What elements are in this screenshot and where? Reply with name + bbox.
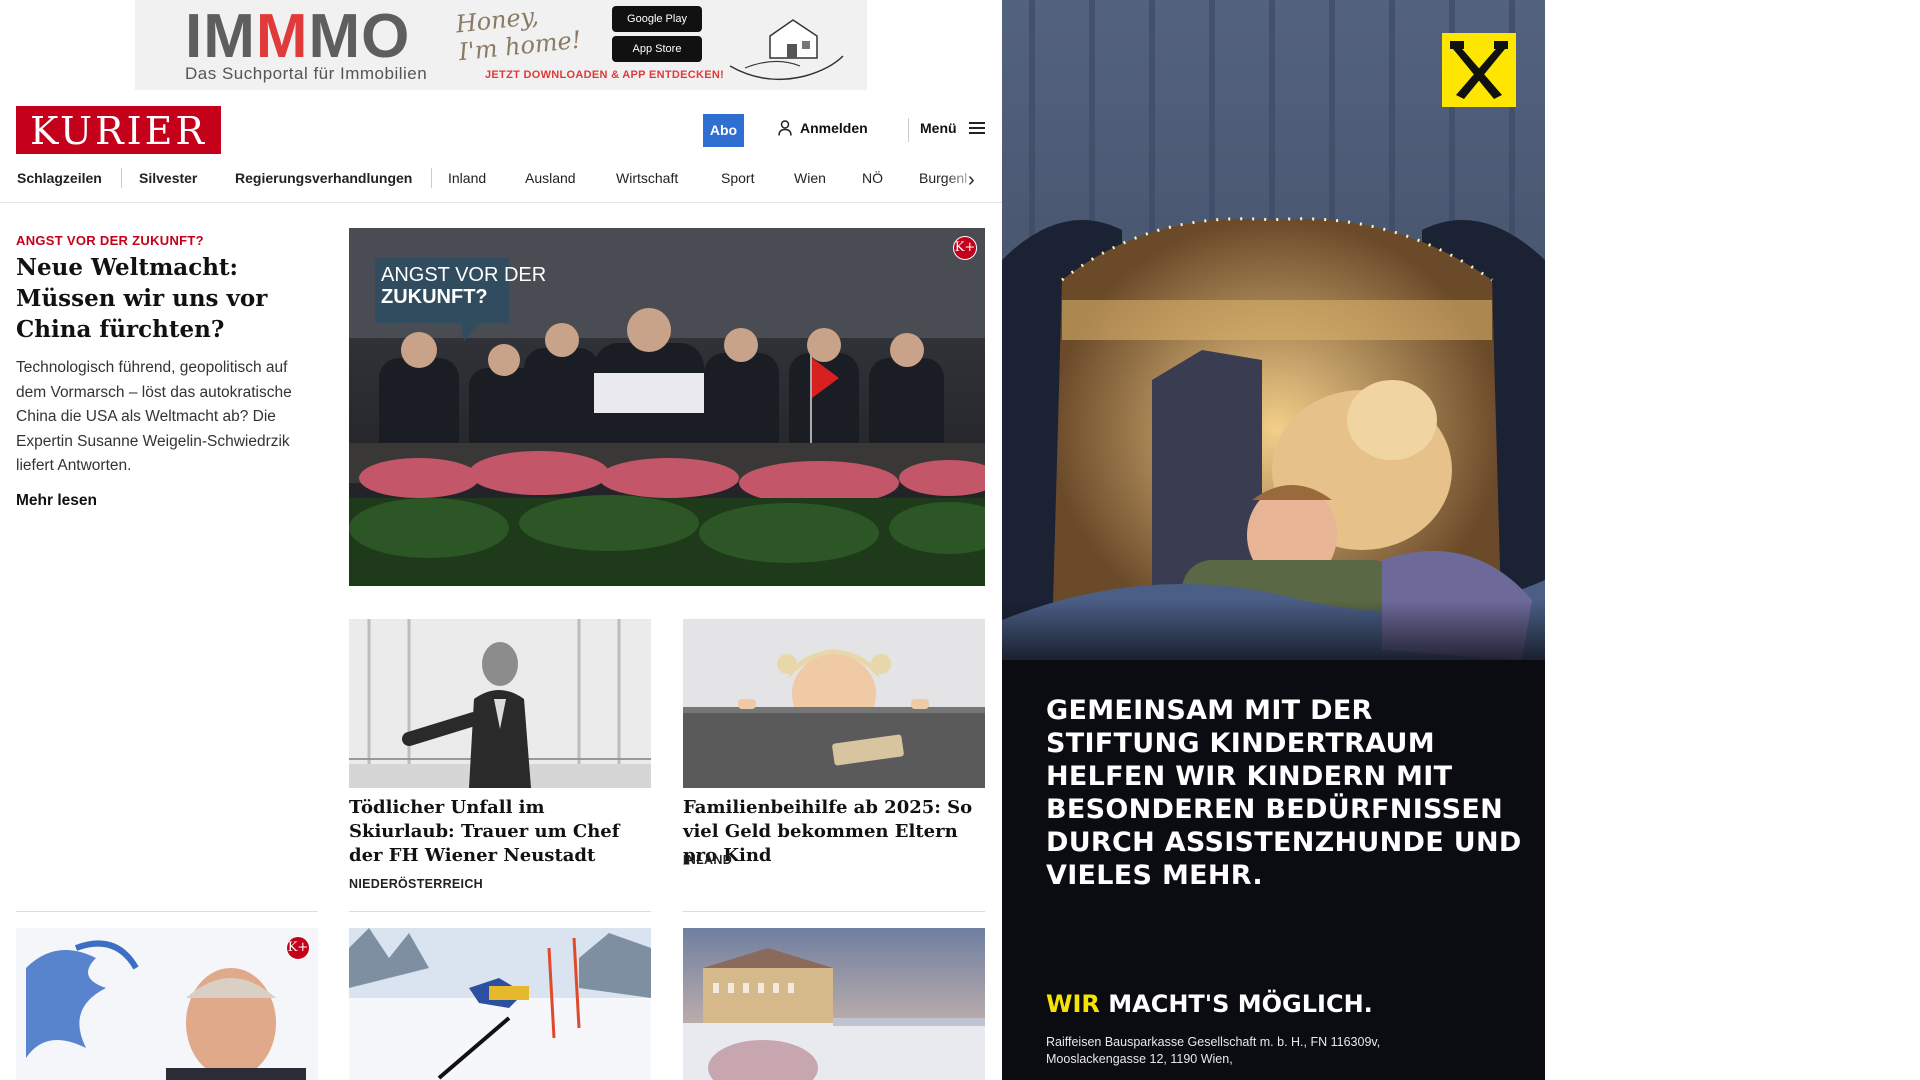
top-ad-banner[interactable]: IMMMO Das Suchportal für Immobilien Hone… <box>135 0 867 90</box>
user-icon <box>778 120 792 136</box>
google-play-badge[interactable]: Google Play <box>612 6 702 32</box>
news-page: IMMMO Das Suchportal für Immobilien Hone… <box>0 0 1002 1080</box>
lead-image-badge: ANGST VOR DER ZUKUNFT? <box>381 264 547 308</box>
card-image-5[interactable] <box>683 928 985 1080</box>
card-photo-child <box>683 619 985 788</box>
ad-legal-text: Raiffeisen Bausparkasse Gesellschaft m. … <box>1046 1035 1381 1066</box>
card-image-3[interactable]: K+ <box>16 928 318 1080</box>
raiffeisen-logo <box>1442 33 1516 107</box>
ad-tagline: Das Suchportal für Immobilien <box>185 64 428 83</box>
ad-cta: JETZT DOWNLOADEN & APP ENTDECKEN! <box>485 69 725 81</box>
nav-item-sport[interactable]: Sport <box>721 170 754 186</box>
card-image-2[interactable] <box>683 619 985 788</box>
card-photo-monastery <box>683 928 985 1080</box>
hamburger-icon <box>968 122 985 134</box>
house-hand-icon <box>729 19 844 81</box>
kplus-badge: K+ <box>953 236 977 260</box>
card-photo-man <box>16 928 318 1080</box>
nav-item-wien[interactable]: Wien <box>794 170 826 186</box>
immmo-logo: IMMMO <box>185 2 411 71</box>
card-category-2[interactable]: INLAND <box>683 853 732 867</box>
nav-item-inland[interactable]: Inland <box>448 170 486 186</box>
lead-headline[interactable]: Neue Weltmacht: Müssen wir uns vor China… <box>16 252 321 345</box>
lead-kicker: ANGST VOR DER ZUKUNFT? <box>16 233 204 248</box>
card-image-4[interactable] <box>349 928 651 1080</box>
nav-divider <box>121 168 122 188</box>
login-label: Anmelden <box>800 120 868 136</box>
read-more-link[interactable]: Mehr lesen <box>16 492 97 510</box>
main-navigation: Schlagzeilen Silvester Regierungsverhand… <box>0 166 1002 203</box>
raiffeisen-ad[interactable]: GEMEINSAM MIT DER STIFTUNG KINDERTRAUM H… <box>1002 0 1545 1080</box>
menu-label: Menü <box>920 120 957 136</box>
ad-photo <box>1002 0 1545 1080</box>
ad-script-text: Honey, I'm home! <box>454 1 583 67</box>
nav-divider <box>431 168 432 188</box>
crossed-horse-heads-icon <box>1450 41 1508 99</box>
card-photo-portrait <box>349 619 651 788</box>
nav-item-schlagzeilen[interactable]: Schlagzeilen <box>17 170 102 186</box>
kplus-badge: K+ <box>286 936 310 960</box>
card-headline-1[interactable]: Tödlicher Unfall im Skiurlaub: Trauer um… <box>349 796 649 868</box>
lead-image[interactable]: ANGST VOR DER ZUKUNFT? K+ <box>349 228 985 586</box>
chevron-right-icon[interactable]: › <box>968 170 975 190</box>
header-divider <box>908 118 909 142</box>
nav-item-silvester[interactable]: Silvester <box>139 170 197 186</box>
nav-item-wirtschaft[interactable]: Wirtschaft <box>616 170 678 186</box>
lead-teaser: Technologisch führend, geopolitisch auf … <box>16 359 292 474</box>
ad-slogan: WIR MACHT'S MÖGLICH. <box>1046 990 1373 1018</box>
abo-button[interactable]: Abo <box>703 114 744 147</box>
nav-item-noe[interactable]: NÖ <box>862 170 883 186</box>
row-divider <box>349 911 651 912</box>
app-store-badge[interactable]: App Store <box>612 36 702 62</box>
card-category-1[interactable]: NIEDERÖSTERREICH <box>349 877 483 891</box>
card-image-1[interactable] <box>349 619 651 788</box>
ad-headline: GEMEINSAM MIT DER STIFTUNG KINDERTRAUM H… <box>1046 695 1522 891</box>
row-divider <box>16 911 318 912</box>
card-photo-skier <box>349 928 651 1080</box>
login-button[interactable]: Anmelden <box>778 120 868 136</box>
nav-item-ausland[interactable]: Ausland <box>525 170 576 186</box>
nav-item-regierungsverhandlungen[interactable]: Regierungsverhandlungen <box>235 170 412 186</box>
kurier-logo[interactable]: KURIER <box>16 106 221 154</box>
row-divider <box>683 911 985 912</box>
menu-button[interactable]: Menü <box>920 120 985 136</box>
